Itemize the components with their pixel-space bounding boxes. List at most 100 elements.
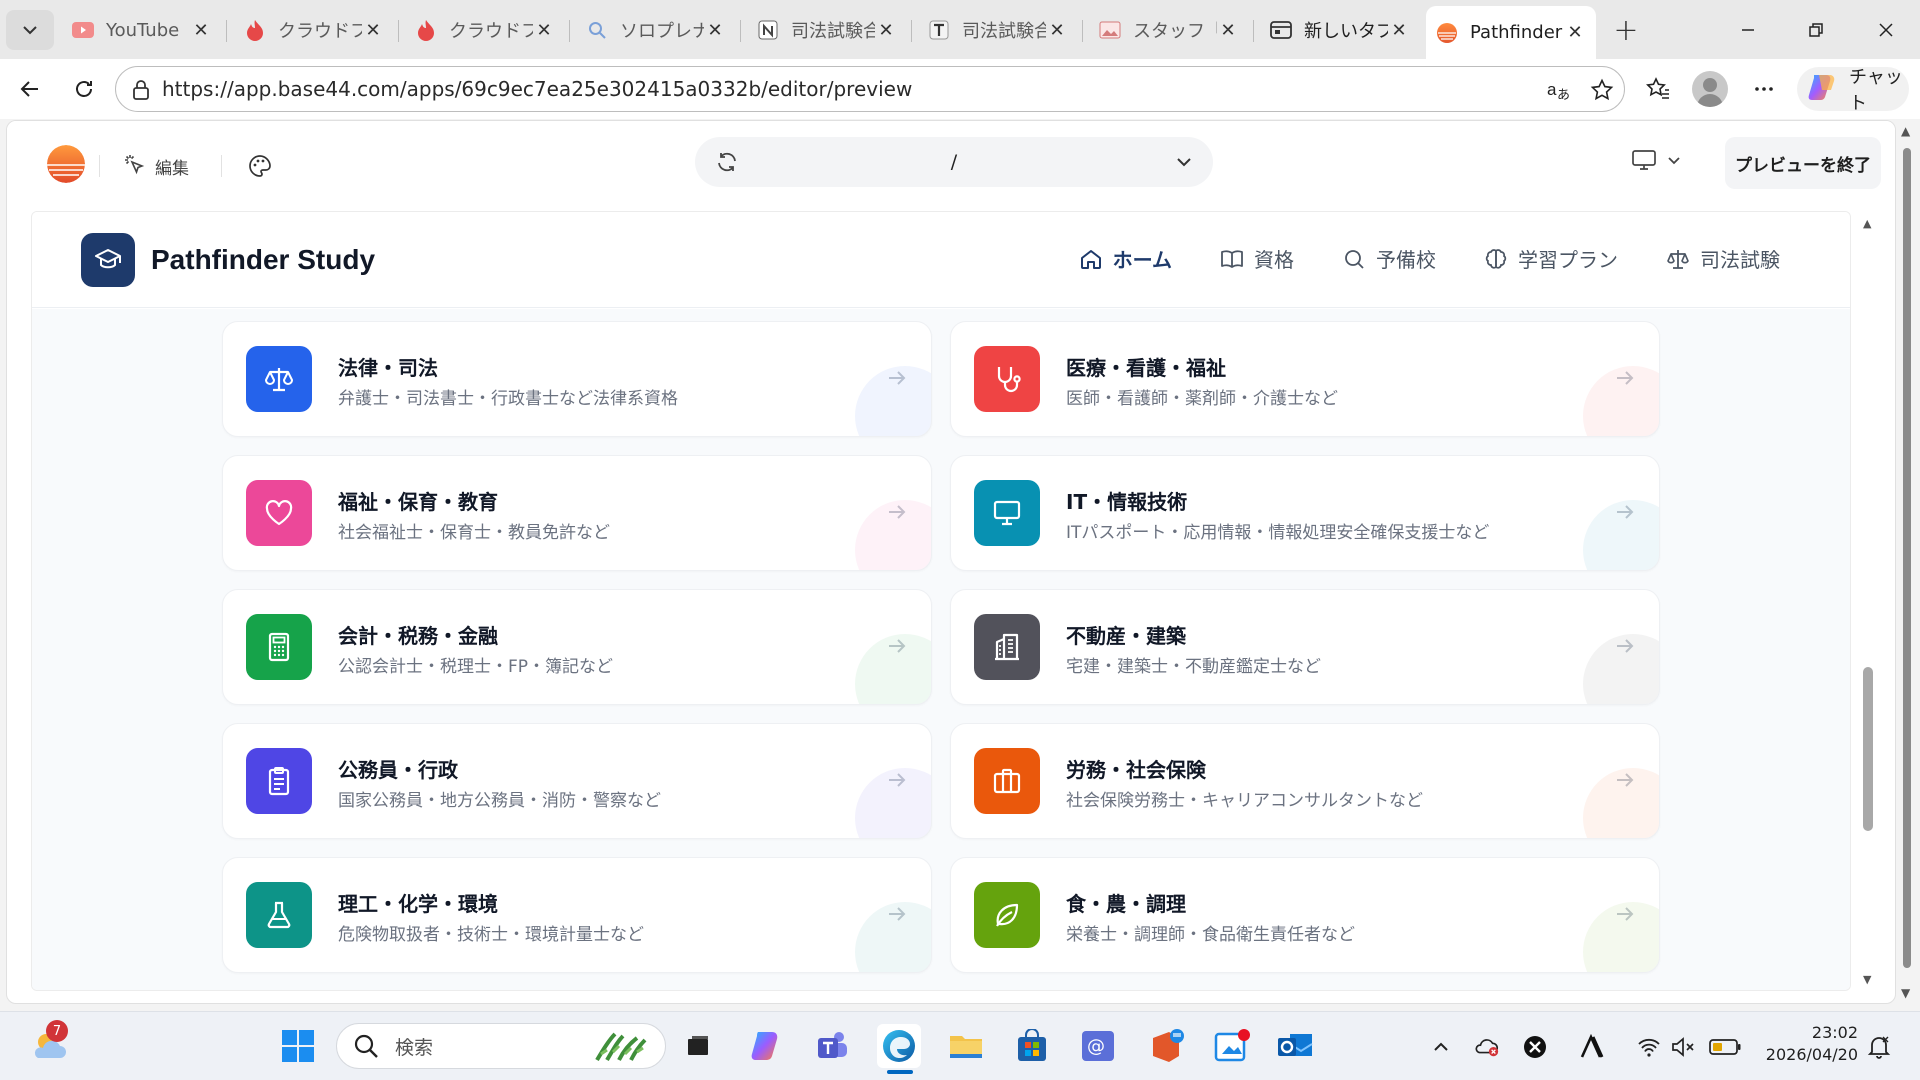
nav-label: 学習プラン (1518, 248, 1618, 272)
window-close-icon[interactable] (1862, 10, 1910, 50)
briefcase-icon (974, 748, 1040, 814)
ime-icon[interactable] (1578, 1034, 1604, 1060)
newtab-icon (1270, 19, 1292, 41)
scrollbar-thumb[interactable] (1903, 148, 1911, 968)
category-card-public-service[interactable]: 公務員・行政 国家公務員・地方公務員・消防・警察など (222, 723, 932, 839)
scroll-down-icon[interactable]: ▼ (1863, 973, 1871, 986)
windows-start-icon[interactable] (276, 1024, 320, 1068)
close-icon[interactable]: ✕ (704, 19, 726, 41)
clock-time: 23:02 (1811, 1023, 1858, 1042)
page-path-selector[interactable]: / (695, 137, 1213, 187)
nav-home[interactable]: ホーム (1079, 244, 1172, 273)
category-card-medical[interactable]: 医療・看護・福祉 医師・看護師・薬剤師・介護士など (950, 321, 1660, 437)
teams-icon[interactable] (810, 1024, 854, 1068)
notification-bell-icon[interactable] (1866, 1034, 1892, 1060)
office-app-icon[interactable] (1144, 1024, 1188, 1068)
flask-icon (246, 882, 312, 948)
close-icon[interactable]: ✕ (1217, 19, 1239, 41)
category-card-welfare[interactable]: 福祉・保育・教育 社会福祉士・保育士・教員免許など (222, 455, 932, 571)
scale-icon (1667, 249, 1689, 269)
page-scrollbar[interactable]: ▲ ▼ (1898, 120, 1916, 1004)
category-card-accounting[interactable]: 会計・税務・金融 公認会計士・税理士・FP・簿記など (222, 589, 932, 705)
back-arrow-icon[interactable] (10, 69, 50, 109)
lock-icon[interactable] (130, 79, 152, 101)
tab-youtube[interactable]: YouTube ✕ (62, 8, 222, 52)
chevron-up-icon[interactable] (1428, 1034, 1454, 1060)
more-options-icon[interactable] (1744, 69, 1784, 109)
mail-app-icon[interactable]: @ (1076, 1024, 1120, 1068)
new-tab-plus-icon[interactable]: + (1606, 12, 1646, 48)
tab-crowdfunding-2[interactable]: クラウドファン ✕ (405, 8, 565, 52)
tab-actions-chevron-icon[interactable] (6, 10, 54, 50)
close-icon[interactable]: ✕ (1046, 19, 1068, 41)
base44-logo[interactable] (47, 145, 85, 183)
close-icon[interactable]: ✕ (1388, 19, 1410, 41)
nav-label: 資格 (1254, 248, 1294, 272)
wifi-icon[interactable] (1636, 1034, 1662, 1060)
brand[interactable]: Pathfinder Study (81, 233, 375, 287)
scroll-down-icon[interactable]: ▼ (1901, 986, 1910, 1000)
category-card-science[interactable]: 理工・化学・環境 危険物取扱者・技術士・環境計量士など (222, 857, 932, 973)
close-icon[interactable]: ✕ (190, 19, 212, 41)
nav-label: 予備校 (1376, 248, 1436, 272)
tab-new-tab[interactable]: 新しいタブ ✕ (1260, 8, 1420, 52)
tab-bar-exam-notion[interactable]: 司法試験合 ✕ (747, 8, 907, 52)
outlook-icon[interactable] (1274, 1024, 1318, 1068)
copilot-app-icon[interactable] (744, 1024, 788, 1068)
category-subtitle: 国家公務員・地方公務員・消防・警察など (338, 791, 661, 811)
xbox-icon[interactable] (1522, 1034, 1548, 1060)
scroll-up-icon[interactable]: ▲ (1863, 217, 1871, 230)
tab-pathfinder[interactable]: Pathfinder ✕ (1426, 6, 1596, 59)
copilot-chat-button[interactable]: チャット (1797, 67, 1909, 114)
tab-solopreneur[interactable]: ソロプレナー ✕ (576, 8, 736, 52)
screen-snip-icon[interactable] (1210, 1024, 1254, 1068)
battery-icon[interactable] (1708, 1034, 1742, 1060)
restore-icon[interactable] (1792, 10, 1840, 50)
scrollbar-thumb[interactable] (1863, 667, 1873, 831)
category-card-it[interactable]: IT・情報技術 ITパスポート・応用情報・情報処理安全確保支援士など (950, 455, 1660, 571)
address-bar[interactable]: https://app.base44.com/apps/69c9ec7ea25e… (115, 66, 1625, 112)
edge-browser-icon[interactable] (877, 1024, 921, 1068)
translate-icon[interactable]: aあ (1546, 77, 1574, 103)
task-view-icon[interactable] (676, 1024, 720, 1068)
category-card-real-estate[interactable]: 不動産・建築 宅建・建築士・不動産鑑定士など (950, 589, 1660, 705)
url-text[interactable]: https://app.base44.com/apps/69c9ec7ea25e… (162, 77, 912, 101)
tab-bar-exam-t[interactable]: 司法試験合 ✕ (918, 8, 1078, 52)
t-icon (928, 19, 950, 41)
taskbar-search[interactable]: 検索 (336, 1023, 666, 1069)
minimize-icon[interactable] (1724, 10, 1772, 50)
active-app-indicator (887, 1070, 913, 1074)
file-explorer-icon[interactable] (944, 1024, 988, 1068)
device-selector[interactable] (1631, 147, 1683, 177)
onedrive-error-icon[interactable] (1474, 1034, 1500, 1060)
category-title: 福祉・保育・教育 (338, 490, 498, 514)
system-clock[interactable]: 23:02 2026/04/20 (1762, 1022, 1858, 1066)
speaker-muted-icon[interactable] (1670, 1034, 1696, 1060)
base44-icon (1436, 22, 1458, 44)
nav-study-plan[interactable]: 学習プラン (1484, 244, 1618, 273)
reload-icon[interactable] (64, 69, 104, 109)
profile-avatar[interactable] (1692, 71, 1728, 107)
palette-icon[interactable] (245, 151, 275, 181)
scroll-up-icon[interactable]: ▲ (1901, 124, 1910, 138)
preview-scrollbar[interactable]: ▲ ▼ (1859, 211, 1877, 991)
nav-prep-schools[interactable]: 予備校 (1342, 244, 1436, 273)
exit-preview-button[interactable]: プレビューを終了 (1725, 137, 1881, 189)
favorites-icon[interactable] (1638, 69, 1678, 109)
microsoft-store-icon[interactable] (1010, 1024, 1054, 1068)
edit-button[interactable]: 編集 (123, 151, 189, 181)
category-card-law[interactable]: 法律・司法 弁護士・司法書士・行政書士など法律系資格 (222, 321, 932, 437)
tab-crowdfunding-1[interactable]: クラウドファン ✕ (234, 8, 394, 52)
favorite-star-icon[interactable] (1588, 77, 1616, 103)
close-icon[interactable]: ✕ (875, 19, 897, 41)
category-card-labor[interactable]: 労務・社会保険 社会保険労務士・キャリアコンサルタントなど (950, 723, 1660, 839)
nav-qualifications[interactable]: 資格 (1220, 244, 1294, 273)
tab-title: ソロプレナー (620, 21, 704, 42)
category-card-food[interactable]: 食・農・調理 栄養士・調理師・食品衛生責任者など (950, 857, 1660, 973)
tab-staff[interactable]: スタッフ「町 ✕ (1089, 8, 1249, 52)
close-icon[interactable]: ✕ (533, 19, 555, 41)
close-icon[interactable]: ✕ (1564, 22, 1586, 44)
nav-bar-exam[interactable]: 司法試験 (1666, 244, 1780, 273)
category-subtitle: 社会保険労務士・キャリアコンサルタントなど (1066, 791, 1423, 811)
close-icon[interactable]: ✕ (362, 19, 384, 41)
